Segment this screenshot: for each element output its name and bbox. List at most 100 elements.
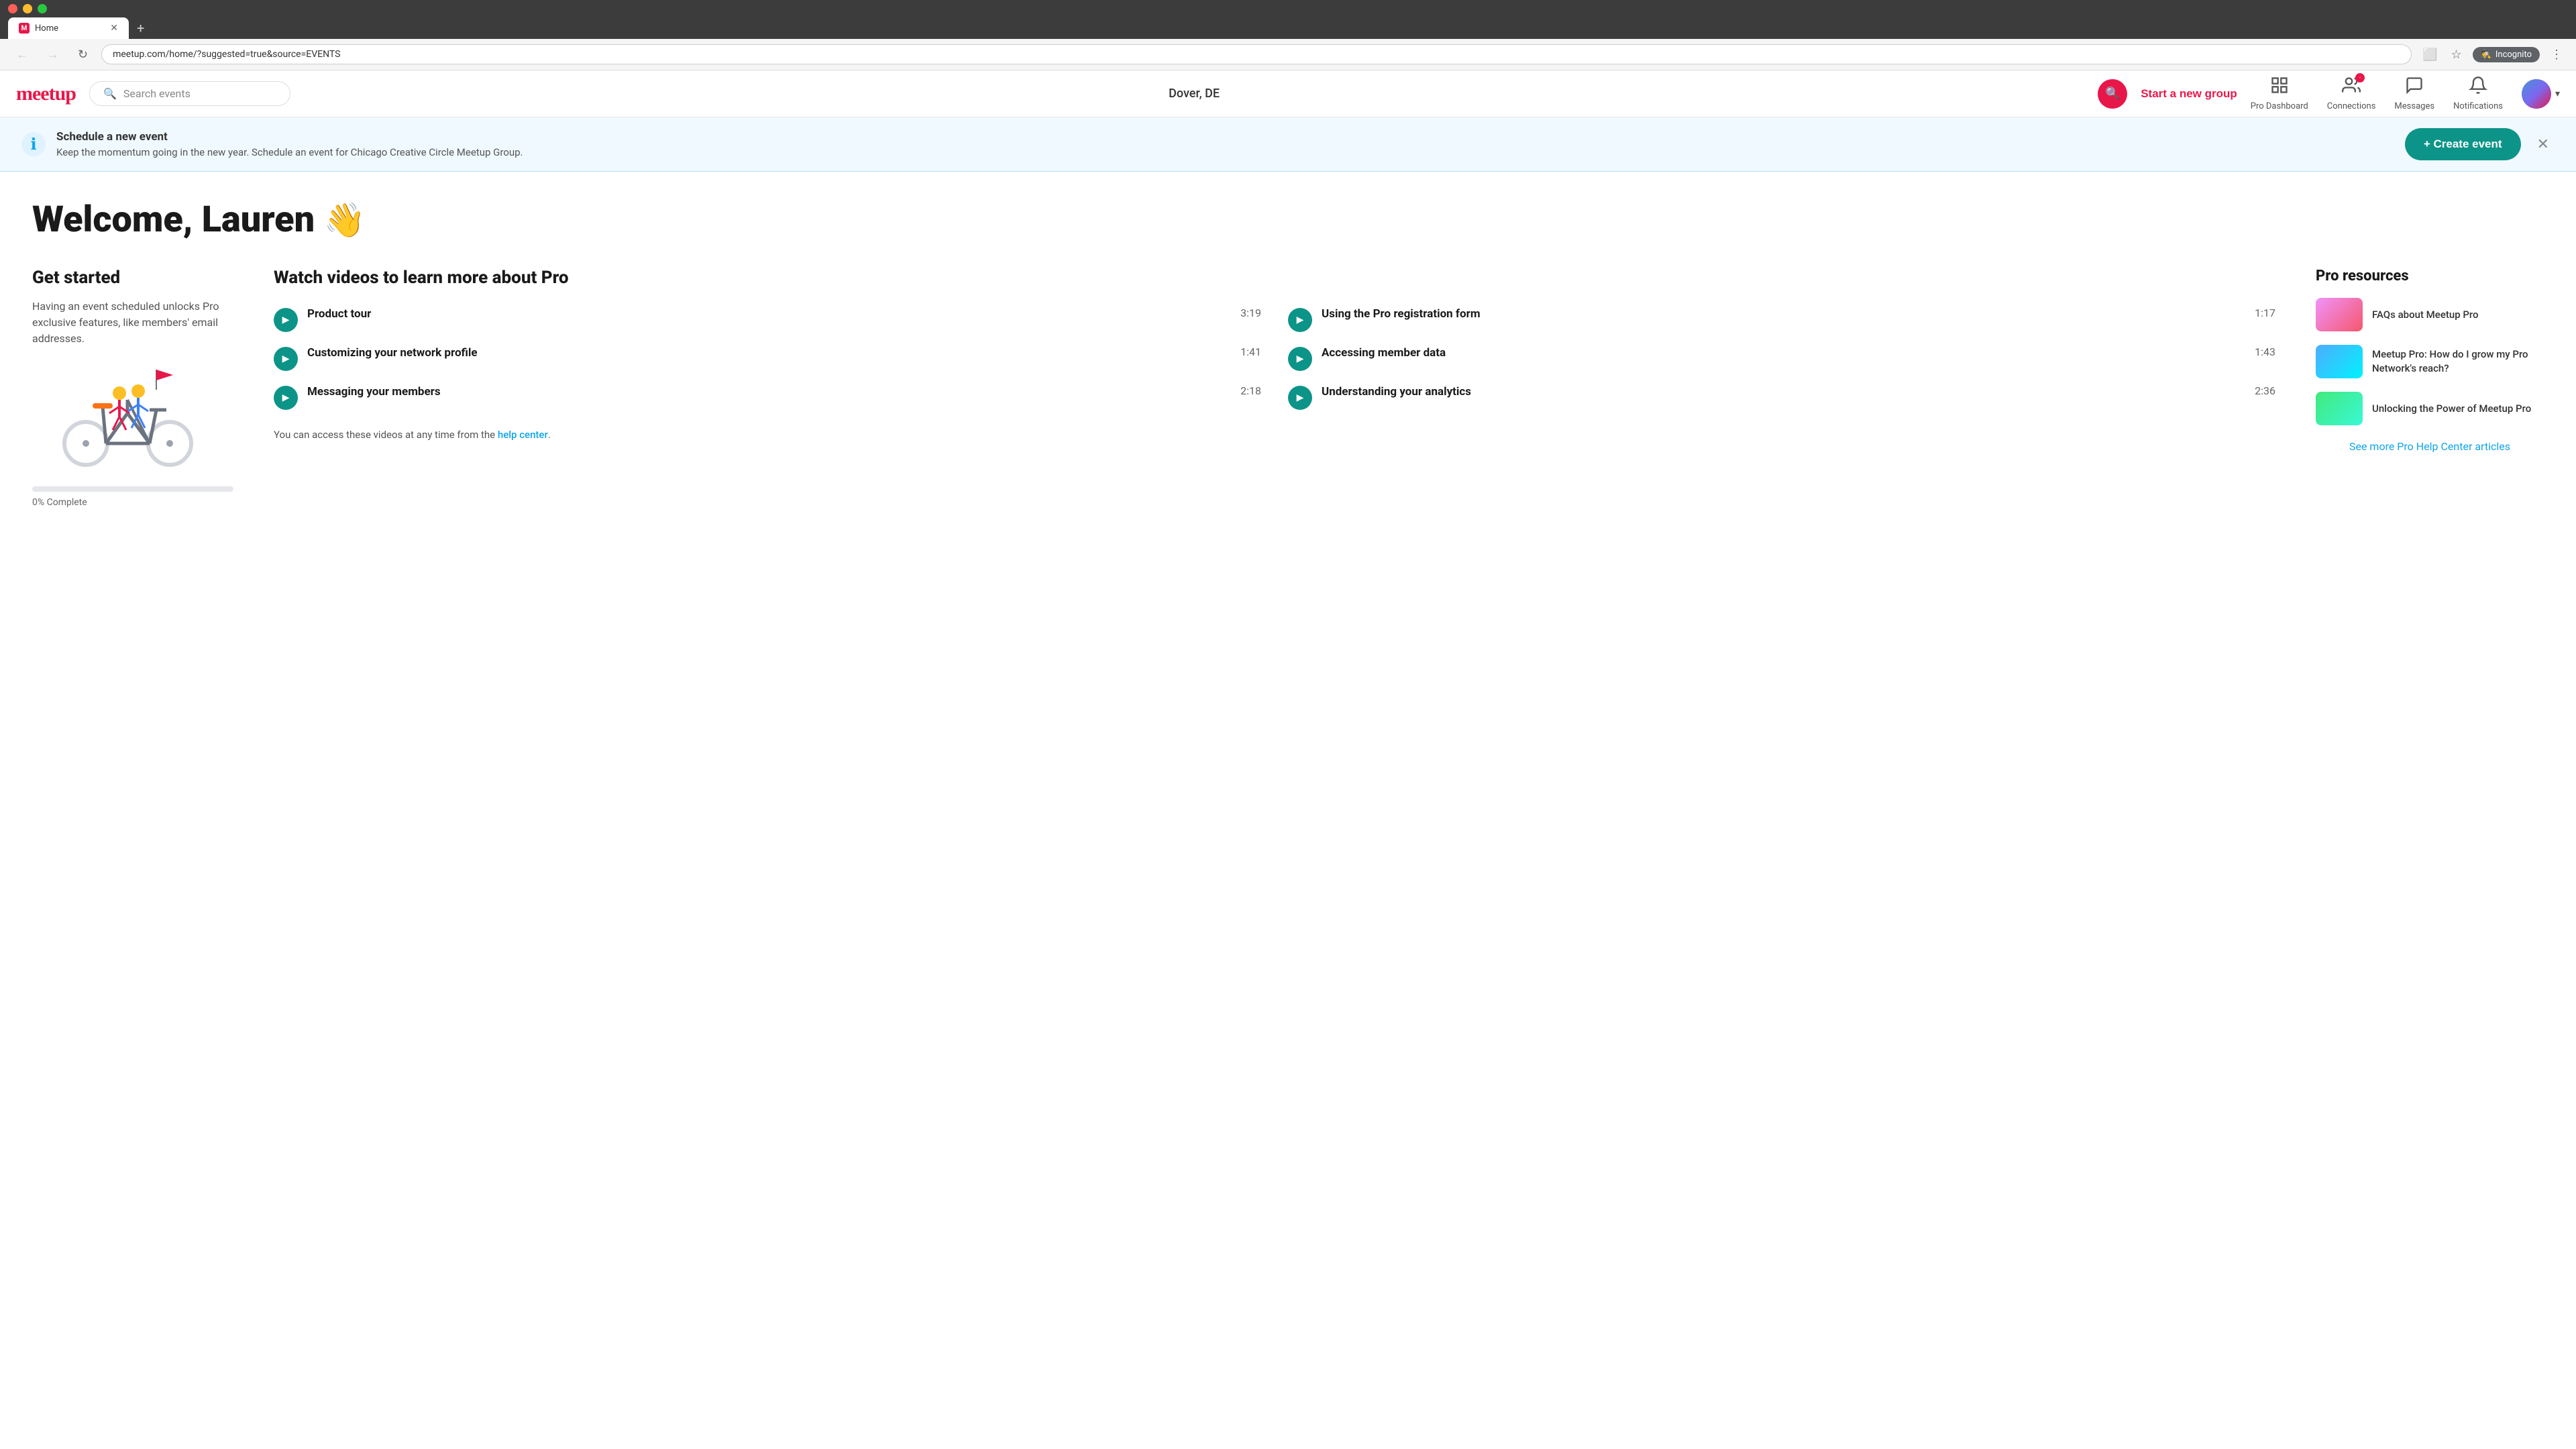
banner-close-button[interactable]: ✕ xyxy=(2532,133,2555,156)
window-controls xyxy=(8,4,47,13)
video-duration-0: 3:19 xyxy=(1240,307,1261,319)
maximize-window-button[interactable] xyxy=(38,4,47,13)
see-more-link[interactable]: See more Pro Help Center articles xyxy=(2316,439,2544,455)
banner-text: Keep the momentum going in the new year.… xyxy=(56,146,2394,158)
video-duration-2: 1:41 xyxy=(1240,345,1261,358)
video-text-time-2: Customizing your network profile 1:41 xyxy=(307,345,1261,360)
video-item-2[interactable]: ▶ Customizing your network profile 1:41 xyxy=(274,345,1261,371)
help-text: You can access these videos at any time … xyxy=(274,429,2275,441)
play-button-2[interactable]: ▶ xyxy=(274,347,298,371)
welcome-text: Welcome, Lauren xyxy=(32,199,315,241)
play-button-4[interactable]: ▶ xyxy=(274,386,298,410)
resource-thumbnail-2 xyxy=(2316,392,2363,425)
videos-section: Watch videos to learn more about Pro ▶ P… xyxy=(274,268,2275,508)
play-button-0[interactable]: ▶ xyxy=(274,308,298,332)
banner-title: Schedule a new event xyxy=(56,130,2394,144)
videos-grid: ▶ Product tour 3:19 ▶ Using the Pro regi… xyxy=(274,307,2275,410)
pro-dashboard-icon xyxy=(2270,76,2289,99)
close-window-button[interactable] xyxy=(8,4,17,13)
content-grid: Get started Having an event scheduled un… xyxy=(32,268,2544,508)
pro-resources-section: Pro resources FAQs about Meetup Pro Meet… xyxy=(2316,268,2544,508)
video-title-3: Accessing member data xyxy=(1322,345,1446,360)
header-nav: Pro Dashboard · Connections Messages Not… xyxy=(2251,76,2560,111)
messages-label: Messages xyxy=(2394,101,2434,111)
messages-icon xyxy=(2405,76,2424,99)
banner-content: Schedule a new event Keep the momentum g… xyxy=(56,130,2394,158)
bookmark-button[interactable]: ☆ xyxy=(2449,45,2465,64)
extensions-button[interactable]: ⬜ xyxy=(2420,45,2440,64)
progress-label: 0% Complete xyxy=(32,497,233,508)
search-bar[interactable]: 🔍 Search events xyxy=(89,81,290,106)
video-item-4[interactable]: ▶ Messaging your members 2:18 xyxy=(274,384,1261,410)
video-duration-1: 1:17 xyxy=(2255,307,2275,319)
user-avatar-area[interactable]: ▾ xyxy=(2522,79,2560,109)
connections-icon: · xyxy=(2342,76,2361,99)
avatar-image xyxy=(2522,79,2551,109)
video-title-4: Messaging your members xyxy=(307,384,441,399)
resource-thumbnail-1 xyxy=(2316,345,2363,378)
notifications-label: Notifications xyxy=(2453,101,2503,111)
browser-titlebar xyxy=(0,0,2576,17)
messages-nav-item[interactable]: Messages xyxy=(2394,76,2434,111)
play-button-5[interactable]: ▶ xyxy=(1288,386,1312,410)
video-title-0: Product tour xyxy=(307,307,371,321)
resource-item-0[interactable]: FAQs about Meetup Pro xyxy=(2316,298,2544,331)
get-started-title: Get started xyxy=(32,268,233,288)
video-title-1: Using the Pro registration form xyxy=(1322,307,1481,321)
banner-info-icon: ℹ xyxy=(21,132,46,156)
play-button-1[interactable]: ▶ xyxy=(1288,308,1312,332)
help-center-link[interactable]: help center xyxy=(498,429,548,441)
user-avatar[interactable] xyxy=(2522,79,2551,109)
active-tab[interactable]: M Home ✕ xyxy=(8,17,129,39)
meetup-logo[interactable]: meetup xyxy=(16,83,76,105)
location-display[interactable]: Dover, DE xyxy=(304,87,2084,101)
minimize-window-button[interactable] xyxy=(23,4,32,13)
avatar-chevron-icon[interactable]: ▾ xyxy=(2555,89,2560,99)
video-title-5: Understanding your analytics xyxy=(1322,384,1471,399)
video-text-time-3: Accessing member data 1:43 xyxy=(1322,345,2275,360)
video-text-time-1: Using the Pro registration form 1:17 xyxy=(1322,307,2275,321)
video-duration-3: 1:43 xyxy=(2255,345,2275,358)
refresh-button[interactable]: ↻ xyxy=(72,45,93,64)
progress-bar-track xyxy=(32,486,233,492)
resource-thumbnail-0 xyxy=(2316,298,2363,331)
help-text-suffix: . xyxy=(548,429,551,441)
address-bar[interactable]: meetup.com/home/?suggested=true&source=E… xyxy=(101,44,2412,64)
main-content: Welcome, Lauren 👋 Get started Having an … xyxy=(0,172,2576,535)
tab-favicon: M xyxy=(19,23,30,34)
back-button[interactable]: ← xyxy=(11,45,34,64)
pro-dashboard-nav-item[interactable]: Pro Dashboard xyxy=(2251,76,2308,111)
tab-close-button[interactable]: ✕ xyxy=(110,23,118,34)
search-button[interactable]: 🔍 xyxy=(2098,79,2127,109)
video-item-3[interactable]: ▶ Accessing member data 1:43 xyxy=(1288,345,2275,371)
incognito-icon: 🕵 xyxy=(2481,50,2491,60)
incognito-indicator: 🕵 Incognito xyxy=(2473,47,2540,62)
tab-title: Home xyxy=(35,23,58,34)
tab-bar: M Home ✕ + xyxy=(0,17,2576,39)
start-new-group-button[interactable]: Start a new group xyxy=(2141,87,2237,101)
resource-item-1[interactable]: Meetup Pro: How do I grow my Pro Network… xyxy=(2316,345,2544,378)
resource-title-0: FAQs about Meetup Pro xyxy=(2372,308,2479,322)
create-event-button[interactable]: + Create event xyxy=(2405,128,2521,160)
video-duration-4: 2:18 xyxy=(1240,384,1261,397)
play-button-3[interactable]: ▶ xyxy=(1288,347,1312,371)
browser-nav-icons: ⬜ ☆ 🕵 Incognito ⋮ xyxy=(2420,45,2565,64)
search-icon: 🔍 xyxy=(103,87,117,100)
forward-button[interactable]: → xyxy=(42,45,64,64)
connections-nav-item[interactable]: · Connections xyxy=(2327,76,2376,111)
new-tab-button[interactable]: + xyxy=(131,20,150,36)
video-item-1[interactable]: ▶ Using the Pro registration form 1:17 xyxy=(1288,307,2275,332)
video-item-5[interactable]: ▶ Understanding your analytics 2:36 xyxy=(1288,384,2275,410)
video-item-0[interactable]: ▶ Product tour 3:19 xyxy=(274,307,1261,332)
address-bar-url: meetup.com/home/?suggested=true&source=E… xyxy=(113,49,2400,60)
resource-title-2: Unlocking the Power of Meetup Pro xyxy=(2372,402,2531,416)
help-text-prefix: You can access these videos at any time … xyxy=(274,429,498,441)
incognito-label: Incognito xyxy=(2496,50,2532,60)
menu-button[interactable]: ⋮ xyxy=(2548,45,2565,64)
bike-illustration xyxy=(46,363,220,470)
notifications-nav-item[interactable]: Notifications xyxy=(2453,76,2503,111)
search-placeholder-text: Search events xyxy=(123,87,191,100)
app-header: meetup 🔍 Search events Dover, DE 🔍 Start… xyxy=(0,70,2576,117)
video-text-time-0: Product tour 3:19 xyxy=(307,307,1261,321)
resource-item-2[interactable]: Unlocking the Power of Meetup Pro xyxy=(2316,392,2544,425)
